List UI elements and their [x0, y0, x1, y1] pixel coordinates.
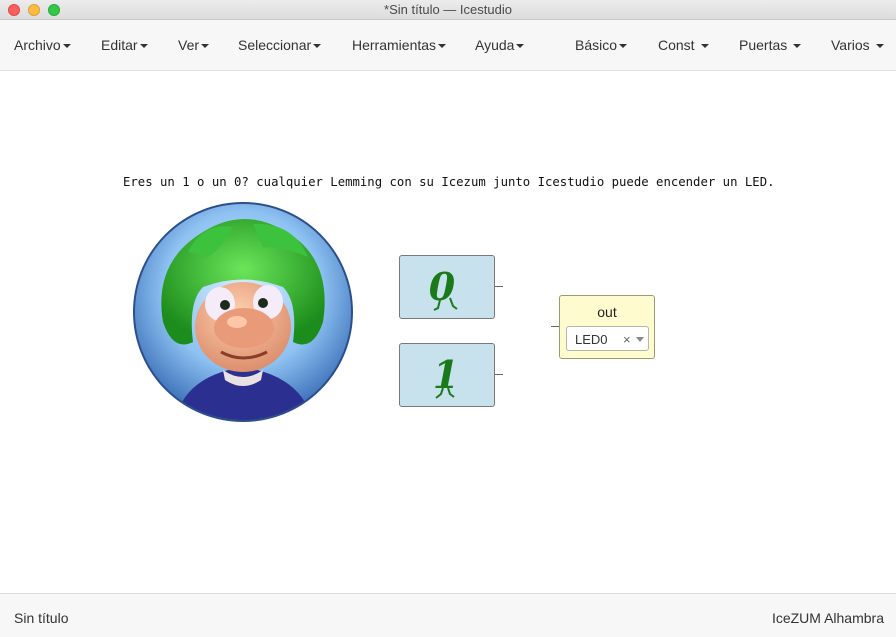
project-name: Sin título	[14, 610, 69, 626]
menu-bar: Archivo Editar Ver Seleccionar Herramien…	[0, 20, 896, 71]
caret-down-icon	[700, 44, 709, 49]
menu-archivo[interactable]: Archivo	[14, 37, 71, 53]
menu-basico[interactable]: Básico	[575, 37, 628, 53]
status-bar: Sin título IceZUM Alhambra	[0, 593, 896, 637]
info-block-text[interactable]: Eres un 1 o un 0? cualquier Lemming con …	[123, 175, 775, 189]
menu-herramientas[interactable]: Herramientas	[352, 37, 447, 53]
output-label: out	[597, 304, 617, 320]
output-block[interactable]: out LED0 ×	[551, 295, 655, 359]
menu-puertas[interactable]: Puertas	[739, 37, 802, 53]
caret-down-icon	[62, 44, 71, 49]
caret-down-icon	[875, 44, 884, 49]
pin-select[interactable]: LED0 ×	[566, 326, 649, 351]
menu-ver[interactable]: Ver	[178, 37, 210, 53]
window-title: *Sin título — Icestudio	[384, 2, 512, 17]
output-port-wire[interactable]	[495, 374, 503, 375]
caret-down-icon	[139, 44, 148, 49]
caret-down-icon	[619, 44, 628, 49]
constant-block-1[interactable]: 1	[399, 343, 503, 407]
chevron-down-icon[interactable]	[636, 337, 644, 342]
menu-ayuda[interactable]: Ayuda	[475, 37, 525, 53]
caret-down-icon	[201, 44, 210, 49]
output-port-wire[interactable]	[495, 286, 503, 287]
design-canvas[interactable]: Eres un 1 o un 0? cualquier Lemming con …	[0, 71, 896, 593]
bit-1-icon: 1	[433, 352, 459, 399]
caret-down-icon	[438, 44, 447, 49]
clear-icon[interactable]: ×	[623, 332, 631, 347]
bit-0-icon: 0	[429, 264, 458, 311]
caret-down-icon	[516, 44, 525, 49]
bit-1-glyph: 1	[433, 352, 459, 397]
board-name[interactable]: IceZUM Alhambra	[772, 610, 884, 626]
menu-editar[interactable]: Editar	[101, 37, 148, 53]
lemming-avatar-image[interactable]	[133, 202, 353, 422]
input-port-wire[interactable]	[551, 326, 559, 327]
pin-value: LED0	[575, 332, 608, 347]
caret-down-icon	[313, 44, 322, 49]
menu-varios[interactable]: Varios	[831, 37, 884, 53]
menu-const[interactable]: Const	[658, 37, 709, 53]
caret-down-icon	[793, 44, 802, 49]
menu-seleccionar[interactable]: Seleccionar	[238, 37, 322, 53]
title-bar: *Sin título — Icestudio	[0, 0, 896, 20]
constant-block-0[interactable]: 0	[399, 255, 503, 319]
